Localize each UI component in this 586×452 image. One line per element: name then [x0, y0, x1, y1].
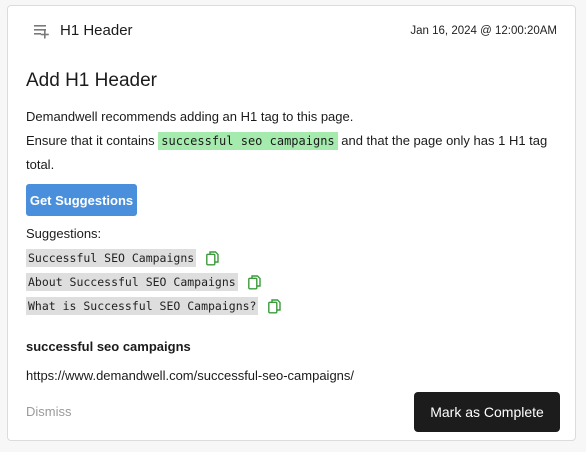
suggestions-label: Suggestions: [26, 226, 102, 241]
target-keyword: successful seo campaigns [26, 339, 191, 354]
mark-complete-button[interactable]: Mark as Complete [414, 392, 560, 432]
card-header: H1 Header Jan 16, 2024 @ 12:00:20AM [8, 6, 575, 54]
suggestion-text[interactable]: About Successful SEO Campaigns [26, 273, 238, 291]
header-timestamp: Jan 16, 2024 @ 12:00:20AM [410, 25, 557, 37]
suggestion-item: Successful SEO Campaigns [26, 249, 219, 267]
task-description: Demandwell recommends adding an H1 tag t… [26, 105, 566, 177]
get-suggestions-button[interactable]: Get Suggestions [26, 184, 137, 216]
copy-icon[interactable] [268, 298, 282, 314]
task-title: Add H1 Header [26, 70, 157, 91]
description-line-2: Ensure that it contains successful seo c… [26, 129, 566, 177]
suggestion-item: About Successful SEO Campaigns [26, 273, 261, 291]
suggestion-text[interactable]: What is Successful SEO Campaigns? [26, 297, 259, 315]
copy-icon[interactable] [247, 274, 261, 290]
copy-icon[interactable] [206, 250, 219, 266]
description-line-1: Demandwell recommends adding an H1 tag t… [26, 109, 354, 124]
header-title: H1 Header [60, 22, 133, 39]
suggestion-item: What is Successful SEO Campaigns? [26, 297, 282, 315]
description-prefix: Ensure that it contains [26, 133, 159, 148]
add-list-icon [32, 22, 50, 40]
suggestion-text[interactable]: Successful SEO Campaigns [26, 249, 197, 267]
page-url: https://www.demandwell.com/successful-se… [26, 368, 355, 383]
dismiss-link[interactable]: Dismiss [26, 404, 72, 420]
keyword-highlight: successful seo campaigns [158, 132, 338, 150]
task-card: H1 Header Jan 16, 2024 @ 12:00:20AM Add … [7, 5, 576, 441]
